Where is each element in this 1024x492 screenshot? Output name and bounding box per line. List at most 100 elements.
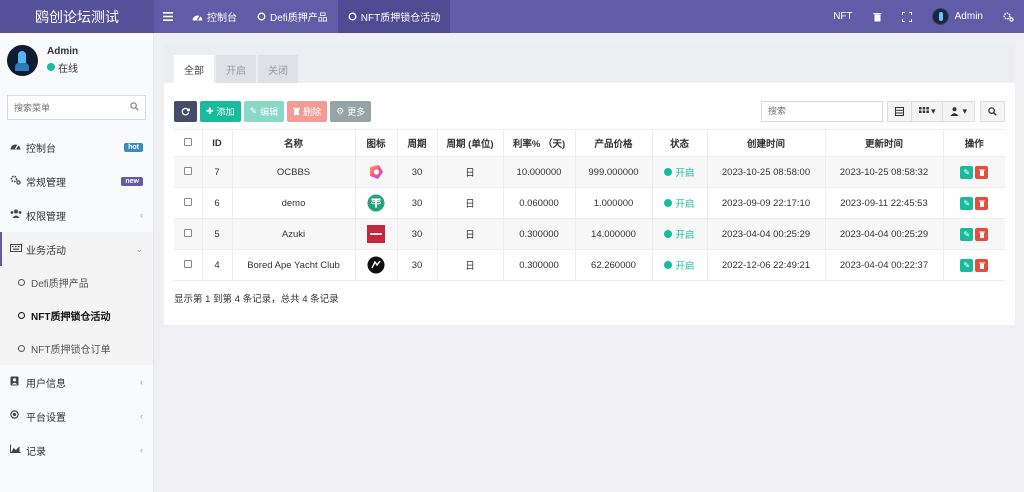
brand-logo[interactable]: 鸥创论坛测试 [0,0,154,33]
more-button[interactable]: ⚙ 更多 [330,100,372,122]
column-header[interactable]: 状态 [652,129,708,157]
user-menu[interactable]: Admin [922,0,993,33]
row-checkbox[interactable] [183,228,192,237]
row-edit-button[interactable]: ✎ [960,227,974,241]
cell-icon [355,187,398,219]
cell-unit: 日 [437,218,504,250]
search-icon[interactable] [130,101,139,114]
user-status-label: 在线 [58,63,78,75]
gears-icon [10,175,23,188]
refresh-button[interactable] [174,100,197,122]
row-edit-button[interactable]: ✎ [960,258,974,272]
column-header[interactable]: 创建时间 [707,129,826,157]
tab-all[interactable]: 全部 [174,55,214,83]
circle-icon [18,345,25,352]
clear-cache-button[interactable] [863,0,892,33]
top-tab-label: Defi质押产品 [270,13,328,24]
edit-button-label: 编辑 [260,106,279,117]
user-menu-name: Admin [954,11,983,22]
avatar [7,44,38,76]
table-row[interactable]: 5 Azuki 30 日 0.300000 14.000000 开启 2023-… [174,218,1005,250]
sidebar-subitem-defi[interactable]: Defi质押产品 [0,266,153,299]
column-header[interactable]: 图标 [355,129,398,157]
cell-rate: 0.300000 [503,218,576,250]
keyboard-icon [10,243,23,255]
top-tab-nft[interactable]: NFT质押锁仓活动 [337,0,451,33]
sidebar-item-label: 用户信息 [26,378,66,390]
cell-unit: 日 [437,187,504,219]
delete-button[interactable]: 删除 [287,100,328,122]
sidebar-toggle-button[interactable] [154,0,182,33]
column-header[interactable]: 更新时间 [825,129,944,157]
circle-icon [257,12,266,21]
row-checkbox[interactable] [183,259,192,268]
cell-rate: 0.060000 [503,187,576,219]
table-search-input[interactable] [767,106,876,116]
sidebar-item-label: 权限管理 [26,211,66,223]
sidebar-item-users[interactable]: 用户信息 ‹ [0,365,153,399]
tether-logo-icon[interactable] [367,194,385,212]
row-checkbox[interactable] [183,166,192,175]
table-view-icon [894,106,904,116]
fullscreen-icon [901,11,912,22]
sidebar-item-label: 业务活动 [26,245,66,257]
table-row[interactable]: 7 OCBBS 30 日 10.000000 999.000000 开启 202… [174,156,1005,188]
sidebar-item-business[interactable]: 业务活动 ⌄ [0,232,153,266]
select-all-checkbox[interactable] [183,137,192,146]
bayc-logo-icon[interactable] [367,256,385,274]
cell-icon [355,218,398,250]
row-delete-button[interactable] [975,165,989,179]
cell-name: OCBBS [232,156,356,188]
pencil-icon: ✎ [963,229,971,239]
cell-actions: ✎ [943,249,1005,281]
export-button[interactable]: ▾ [943,100,975,122]
sidebar-search-input[interactable] [14,102,130,113]
sidebar-subitem-nft-orders[interactable]: NFT质押锁仓订单 [0,332,153,365]
fullscreen-button[interactable] [892,0,922,33]
tab-disabled[interactable]: 关闭 [258,55,298,83]
toggle-view-button[interactable] [886,100,912,122]
row-delete-button[interactable] [975,196,989,210]
column-header[interactable]: 周期 [397,129,438,157]
user-card-icon [10,376,23,389]
chevron-left-icon: ‹ [140,411,143,421]
column-header[interactable]: 名称 [232,129,356,157]
add-button[interactable]: ✚ 添加 [200,100,241,122]
refresh-icon [181,107,190,115]
sidebar-item-permissions[interactable]: 权限管理 ‹ [0,198,153,232]
columns-button[interactable]: ▾ [911,100,944,122]
azuki-logo-icon[interactable] [367,225,385,243]
row-edit-button[interactable]: ✎ [960,165,974,179]
sidebar-item-general[interactable]: 常规管理 new [0,164,153,198]
edit-button[interactable]: ✎ 编辑 [243,100,285,122]
sidebar-item-platform[interactable]: 平台设置 ‹ [0,399,153,433]
cell-status: 开启 [652,249,708,281]
top-tab-dashboard[interactable]: 控制台 [182,0,247,33]
column-header[interactable]: ID [202,129,233,157]
caret-down-icon: ▾ [962,105,967,116]
tab-enabled[interactable]: 开启 [216,55,256,83]
ocbbs-logo-icon[interactable] [367,163,385,181]
cell-period: 30 [397,187,438,219]
user-status: 在线 [47,60,78,75]
column-header[interactable]: 产品价格 [575,129,653,157]
row-delete-button[interactable] [975,258,989,272]
view-buttons: ▾ ▾ [886,100,975,122]
user-name: Admin [47,45,79,57]
row-edit-button[interactable]: ✎ [960,196,974,210]
row-checkbox[interactable] [183,197,192,206]
nft-link[interactable]: NFT [823,0,862,33]
search-toggle-button[interactable] [980,100,1005,122]
cell-updated: 2023-04-04 00:22:37 [825,249,944,281]
column-header[interactable]: 周期 (单位) [437,129,504,157]
table-row[interactable]: 6 demo 30 日 0.060000 1.000000 开启 2023-09… [174,187,1005,219]
sidebar-item-dashboard[interactable]: 控制台 hot [0,130,153,164]
column-header[interactable]: 利率% （天) [503,129,576,157]
row-delete-button[interactable] [975,227,989,241]
more-button-label: 更多 [347,106,366,117]
top-tab-defi[interactable]: Defi质押产品 [247,0,338,33]
sidebar-item-records[interactable]: 记录 ‹ [0,433,153,467]
table-row[interactable]: 4 Bored Ape Yacht Club 30 日 0.300000 62.… [174,249,1005,281]
settings-button[interactable] [993,0,1024,33]
sidebar-subitem-nft-activity[interactable]: NFT质押锁仓活动 [0,299,153,332]
